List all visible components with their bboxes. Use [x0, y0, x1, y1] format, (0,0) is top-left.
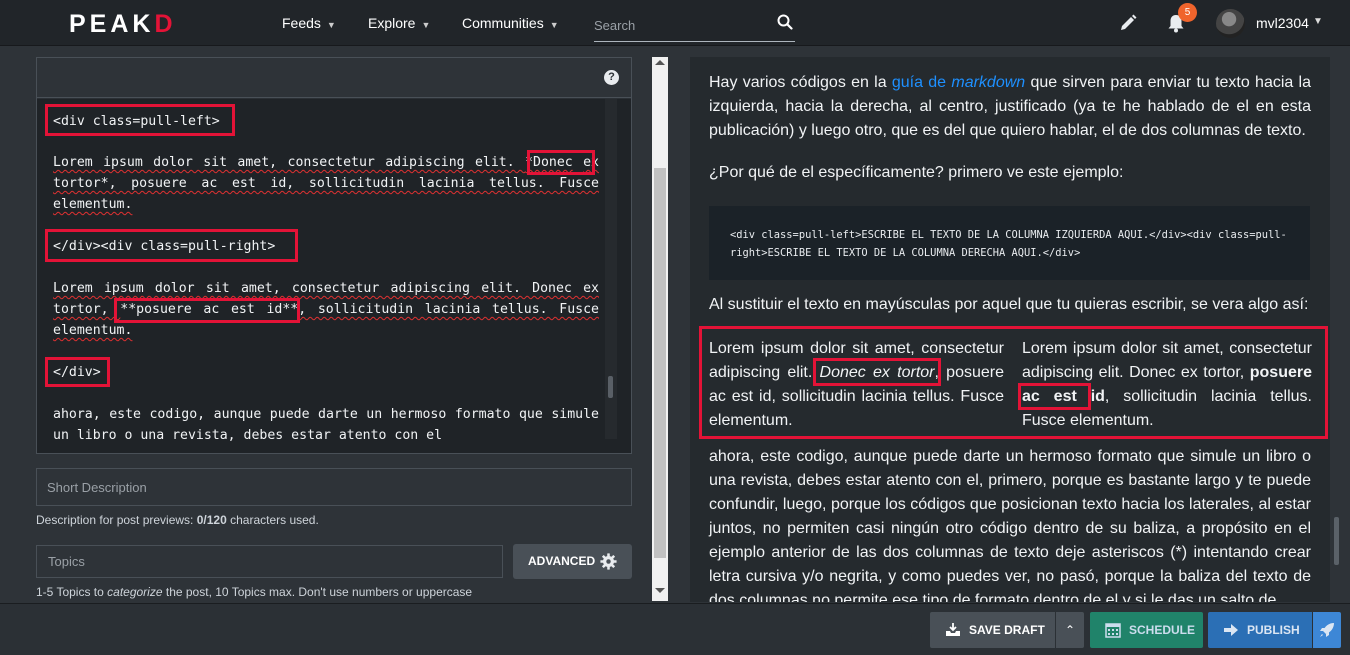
preview-paragraph: ahora, este codigo, aunque puede darte u…: [709, 448, 1311, 602]
preview-paragraph: Al sustituir el texto en mayúsculas por …: [709, 296, 1309, 313]
save-tray-icon: [946, 623, 960, 636]
editor-text: **posuere ac est id**: [120, 302, 299, 317]
description-help-prefix: Description for post previews:: [36, 513, 197, 527]
preview-scrollbar-thumb[interactable]: [1334, 517, 1339, 565]
preview-paragraph: Hay varios códigos en la guía de markdow…: [709, 71, 1311, 143]
top-navbar: PEAKD Feeds ▼ Explore ▼ Communities ▼ 5 mvl…: [0, 0, 1350, 46]
scroll-down-arrow-icon[interactable]: [655, 588, 665, 593]
markdown-editor-panel: ? <div class=pull-left> Lorem ipsum dolo…: [36, 57, 632, 454]
pencil-icon[interactable]: [1118, 13, 1138, 33]
arrow-right-icon: [1224, 624, 1238, 636]
topics-help-prefix: 1-5 Topics to: [36, 585, 108, 599]
save-draft-label: SAVE DRAFT: [969, 623, 1045, 637]
notification-badge: 5: [1178, 3, 1197, 22]
editor-line: </div>: [53, 365, 101, 380]
advanced-button[interactable]: ADVANCED: [513, 544, 632, 579]
help-icon[interactable]: ?: [604, 70, 619, 85]
page-scrollbar-thumb[interactable]: [654, 168, 666, 558]
editor-text: Lorem ipsum dolor sit amet, consectetur …: [53, 155, 526, 170]
chevron-down-icon: ▼: [549, 20, 559, 30]
scroll-up-arrow-icon[interactable]: [655, 60, 665, 65]
advanced-button-label: ADVANCED: [528, 554, 596, 568]
chevron-up-icon: ⌃: [1064, 623, 1076, 637]
editor-scrollbar-thumb[interactable]: [608, 376, 613, 398]
editor-line: </div><div class=pull-right>: [53, 239, 276, 254]
preview-column-right: Lorem ipsum dolor sit amet, consectetur …: [1022, 337, 1312, 433]
editor-paragraph: ahora, este codigo, aunque puede darte u…: [53, 407, 599, 443]
nav-communities-label: Communities: [462, 15, 544, 31]
markdown-textarea[interactable]: <div class=pull-left> Lorem ipsum dolor …: [37, 99, 631, 453]
nav-feeds[interactable]: Feeds ▼: [282, 15, 336, 31]
publish-button[interactable]: PUBLISH: [1208, 612, 1312, 648]
markdown-guide-link-emphasis: markdown: [951, 74, 1026, 91]
avatar[interactable]: [1216, 9, 1245, 38]
code-block-text: <div class=pull-left>ESCRIBE EL TEXTO DE…: [730, 229, 1287, 259]
editor-text: *Donec: [525, 155, 573, 170]
topics-help-suffix: the post, 10 Topics max. Don't use numbe…: [162, 585, 473, 599]
peakd-logo[interactable]: PEAKD: [69, 10, 177, 39]
username[interactable]: mvl2304: [1256, 15, 1309, 31]
nav-explore-label: Explore: [368, 15, 416, 31]
editor-paragraph: Lorem ipsum dolor sit amet, consectetur …: [53, 278, 599, 341]
schedule-label: SCHEDULE: [1129, 623, 1196, 637]
search-box: [594, 8, 795, 42]
draft-options-button[interactable]: ⌃: [1056, 612, 1084, 648]
markdown-guide-link-text: guía de: [891, 74, 952, 91]
preview-column-left: Lorem ipsum dolor sit amet, consectetur …: [709, 337, 1004, 433]
publish-label: PUBLISH: [1247, 623, 1300, 637]
description-help-suffix: characters used.: [226, 513, 319, 527]
calendar-icon: [1105, 623, 1121, 638]
preview-text: Hay varios códigos en la: [709, 74, 892, 91]
schedule-button[interactable]: SCHEDULE: [1090, 612, 1203, 648]
description-char-count: 0/120: [196, 513, 227, 527]
nav-explore[interactable]: Explore ▼: [368, 15, 430, 31]
gear-icon: [600, 553, 617, 570]
nav-feeds-label: Feeds: [282, 15, 321, 31]
editor-toolbar: ?: [37, 58, 631, 98]
topics-input[interactable]: [36, 545, 503, 578]
topics-help-emphasis: categorize: [107, 585, 163, 599]
chevron-down-icon: ▼: [326, 20, 336, 30]
preview-italic-text: Donec ex tortor: [819, 364, 935, 381]
topics-help-text: 1-5 Topics to categorize the post, 10 To…: [36, 585, 472, 599]
search-icon[interactable]: [777, 14, 793, 30]
search-input[interactable]: [594, 16, 764, 34]
rocket-publish-button[interactable]: [1313, 612, 1341, 648]
code-block: <div class=pull-left>ESCRIBE EL TEXTO DE…: [709, 206, 1310, 280]
rocket-icon: [1320, 623, 1334, 637]
editor-paragraph: Lorem ipsum dolor sit amet, consectetur …: [53, 152, 599, 215]
chevron-down-icon[interactable]: ▼: [1313, 16, 1323, 27]
description-help-text: Description for post previews: 0/120 cha…: [36, 513, 319, 527]
nav-communities[interactable]: Communities ▼: [462, 15, 559, 31]
post-preview: Hay varios códigos en la guía de markdow…: [690, 57, 1330, 602]
markdown-guide-link[interactable]: guía de markdown: [892, 74, 1025, 91]
preview-paragraph: ¿Por qué de el específicamente? primero …: [709, 164, 1124, 181]
chevron-down-icon: ▼: [421, 20, 431, 30]
editor-line: <div class=pull-left>: [53, 114, 220, 129]
save-draft-button[interactable]: SAVE DRAFT: [930, 612, 1055, 648]
short-description-input[interactable]: [36, 468, 632, 506]
